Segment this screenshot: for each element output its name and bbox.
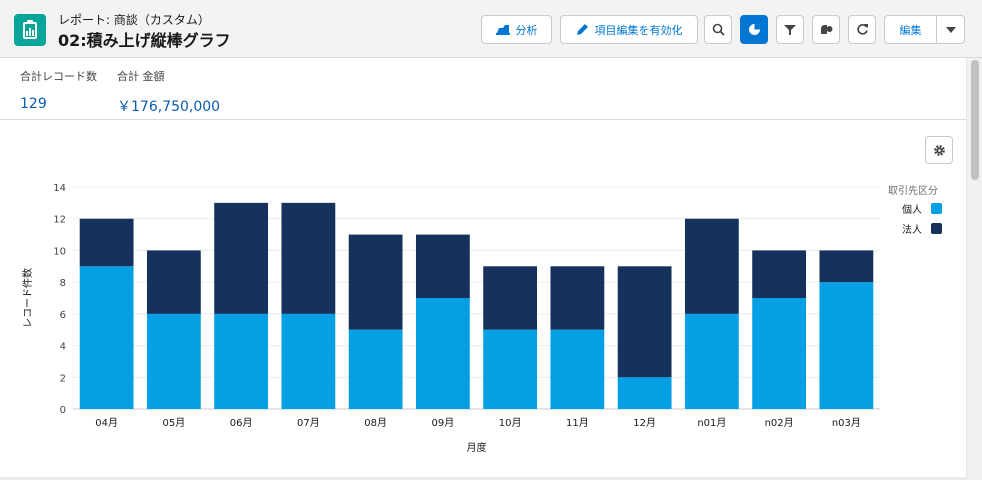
chart-settings-button[interactable] (925, 136, 953, 164)
bar-segment (79, 266, 134, 409)
total-records-label: 合計レコード数 (20, 70, 97, 83)
enable-field-edit-button[interactable]: 項目編集を有効化 (560, 15, 698, 44)
total-amount-value: ￥176,750,000 (117, 99, 221, 115)
y-tick-label: 10 (53, 246, 66, 257)
chart-icon (748, 24, 760, 35)
bar-segment (684, 218, 739, 314)
x-tick-label: 05月 (163, 417, 186, 429)
y-tick-label: 14 (53, 183, 66, 194)
report-header: レポート: 商談（カスタム） 02:積み上げ縦棒グラフ 分析 項目編集を有効化 … (0, 0, 982, 58)
legend-label: 法人 (902, 223, 922, 236)
bar-segment (214, 313, 269, 409)
search-button[interactable] (704, 15, 732, 44)
bar-segment (819, 250, 874, 283)
report-subtitle: レポート: 商談（カスタム） (58, 13, 210, 27)
x-tick-label: 04月 (95, 417, 118, 429)
x-tick-label: 12月 (633, 417, 656, 429)
bar-segment (415, 234, 470, 298)
bar-segment (79, 218, 134, 267)
x-tick-label: 08月 (364, 417, 387, 429)
bar-segment (281, 202, 336, 314)
scrollbar-thumb[interactable] (971, 60, 979, 180)
edit-button[interactable]: 編集 (885, 16, 937, 43)
legend-swatch (931, 223, 942, 234)
bar-segment (752, 298, 807, 409)
chart-canvas: 0 2 4 6 8 10 12 14 04月 05月 06月 07月 08月 09月 10月 11月 12月 n0… (21, 183, 942, 454)
bar-segment (550, 329, 605, 409)
bar-segment (483, 266, 538, 330)
analyze-icon (495, 24, 510, 35)
legend-swatch (931, 203, 942, 214)
filter-icon (784, 24, 796, 35)
bar-segment (617, 377, 672, 409)
y-tick-label: 6 (60, 310, 66, 321)
total-amount: 合計 金額 ￥176,750,000 (117, 68, 220, 116)
legend-title: 取引先区分 (888, 185, 938, 197)
bar-segment (146, 250, 201, 314)
x-tick-label: n01月 (697, 417, 726, 429)
bar-segment (348, 234, 403, 330)
bar-segment (550, 266, 605, 330)
y-tick-label: 8 (60, 278, 66, 289)
y-tick-label: 4 (60, 342, 66, 353)
bar-segment (415, 298, 470, 409)
x-tick-label: 09月 (432, 417, 455, 429)
edit-split-button: 編集 (884, 15, 965, 44)
y-tick-label: 12 (53, 215, 66, 226)
stacked-bar-chart: 0 2 4 6 8 10 12 14 04月 05月 06月 07月 08月 09月 10月 11月 12月 n0… (0, 120, 966, 480)
bar-segment (146, 313, 201, 409)
x-tick-label: 10月 (499, 417, 522, 429)
refresh-icon (856, 24, 868, 35)
subscribe-icon (820, 25, 832, 34)
edit-menu-button[interactable] (937, 16, 964, 43)
x-tick-label: n03月 (832, 417, 861, 429)
analyze-label: 分析 (515, 23, 538, 37)
bar-segment (483, 329, 538, 409)
total-records-value: 129 (20, 96, 47, 112)
bar-segment (684, 313, 739, 409)
x-tick-label: 11月 (566, 417, 589, 429)
legend-label: 個人 (902, 203, 922, 216)
subscribe-button[interactable] (812, 15, 840, 44)
chart-toggle-button[interactable] (740, 15, 768, 44)
x-tick-label: 06月 (230, 417, 253, 429)
total-amount-label: 合計 金額 (117, 70, 165, 83)
y-axis-label: レコード件数 (21, 268, 34, 328)
bar-segment (819, 282, 874, 409)
gear-icon (933, 144, 945, 156)
bar-segment (281, 313, 336, 409)
page-title: 02:積み上げ縦棒グラフ (58, 31, 231, 50)
x-tick-label: 07月 (297, 417, 320, 429)
search-icon (712, 23, 725, 36)
chevron-down-icon (945, 26, 956, 33)
x-tick-label: n02月 (765, 417, 794, 429)
total-records: 合計レコード数 129 (20, 68, 97, 112)
bar-segment (348, 329, 403, 409)
y-tick-label: 0 (60, 405, 66, 416)
vertical-scrollbar[interactable] (966, 58, 982, 480)
pencil-icon (576, 24, 588, 35)
analyze-button[interactable]: 分析 (481, 15, 552, 44)
y-tick-label: 2 (60, 373, 66, 384)
enable-field-edit-label: 項目編集を有効化 (594, 23, 683, 37)
bar-segment (752, 250, 807, 298)
refresh-button[interactable] (848, 15, 876, 44)
report-summary: 合計レコード数 129 合計 金額 ￥176,750,000 (0, 58, 966, 120)
bar-segment (214, 202, 269, 314)
x-axis-label: 月度 (467, 441, 487, 454)
report-icon (14, 14, 46, 46)
bar-segment (617, 266, 672, 378)
filter-button[interactable] (776, 15, 804, 44)
